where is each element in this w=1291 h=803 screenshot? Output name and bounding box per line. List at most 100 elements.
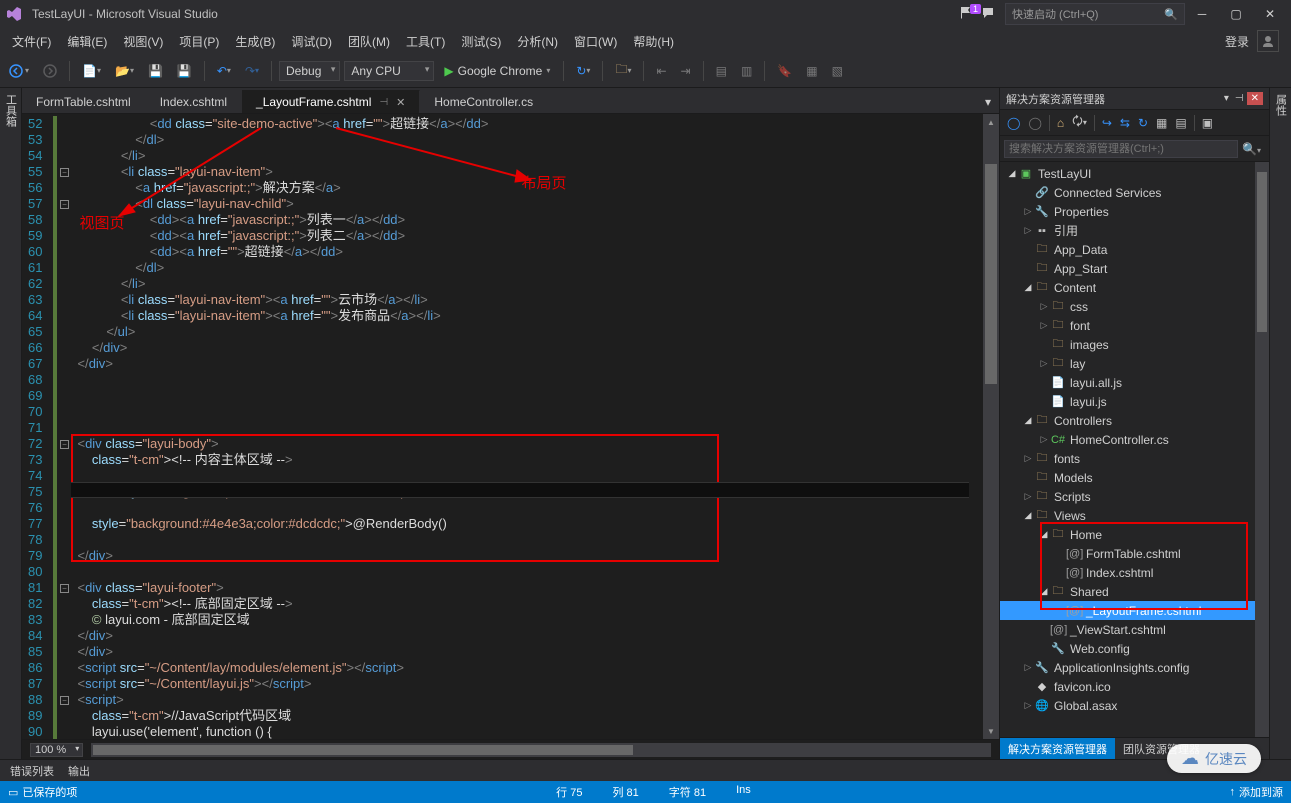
tree-item-views[interactable]: ◢🗀Views: [1000, 506, 1269, 525]
code-editor[interactable]: 5253545556575859606162636465666768697071…: [22, 114, 999, 739]
start-button[interactable]: ▶Google Chrome▾: [438, 62, 556, 80]
pin-icon[interactable]: ⊣: [379, 97, 388, 108]
flag-icon[interactable]: 1: [959, 6, 973, 23]
tree-item-home[interactable]: ◢🗀Home: [1000, 525, 1269, 544]
refresh-button[interactable]: ↻▾: [571, 61, 595, 81]
home-icon[interactable]: ⌂: [1054, 113, 1067, 133]
tab-output[interactable]: 输出: [62, 761, 96, 781]
tree-item-shared[interactable]: ◢🗀Shared: [1000, 582, 1269, 601]
save-all-button[interactable]: 💾: [172, 61, 197, 81]
tree-item-lay[interactable]: ▷🗀lay: [1000, 354, 1269, 373]
open-file-button[interactable]: 📂▾: [110, 61, 139, 81]
maximize-button[interactable]: ▢: [1219, 1, 1253, 27]
tree-item-appstart[interactable]: 🗀App_Start: [1000, 259, 1269, 278]
tree-item-font[interactable]: ▷🗀font: [1000, 316, 1269, 335]
tab-homecontroller[interactable]: HomeController.cs: [420, 91, 548, 113]
collapse-icon[interactable]: ⇆: [1117, 113, 1133, 133]
props-icon[interactable]: ▤: [1172, 113, 1189, 133]
menu-test[interactable]: 测试(S): [453, 30, 509, 53]
zoom-combo[interactable]: 100 %: [30, 743, 83, 757]
tree-item-hctl[interactable]: ▷C#HomeController.cs: [1000, 430, 1269, 449]
menu-view[interactable]: 视图(V): [115, 30, 171, 53]
tree-item-idx[interactable]: [@]Index.cshtml: [1000, 563, 1269, 582]
quick-launch-input[interactable]: 快速启动 (Ctrl+Q) 🔍: [1005, 3, 1185, 25]
misc1-button[interactable]: ▦: [801, 61, 822, 81]
solution-tree[interactable]: ◢▣TestLayUI🔗Connected Services▷🔧Properti…: [1000, 162, 1269, 737]
horizontal-scrollbar[interactable]: [91, 743, 991, 757]
minimize-button[interactable]: ─: [1185, 1, 1219, 27]
refresh-icon[interactable]: ↻: [1135, 113, 1151, 133]
tree-item-appdata[interactable]: 🗀App_Data: [1000, 240, 1269, 259]
menu-build[interactable]: 生成(B): [227, 30, 283, 53]
menu-edit[interactable]: 编辑(E): [59, 30, 115, 53]
menu-team[interactable]: 团队(M): [340, 30, 398, 53]
panel-pin-icon[interactable]: ⊣: [1232, 93, 1247, 104]
feedback-icon[interactable]: [981, 6, 995, 23]
bookmark-button[interactable]: 🔖: [772, 61, 797, 81]
solution-search-input[interactable]: [1004, 140, 1238, 158]
panel-close-icon[interactable]: ✕: [1247, 92, 1263, 105]
tree-item-images[interactable]: 🗀images: [1000, 335, 1269, 354]
tab-index[interactable]: Index.cshtml: [146, 91, 242, 113]
search-go-icon[interactable]: 🔍▾: [1238, 142, 1265, 156]
undo-button[interactable]: ↶▾: [212, 61, 236, 81]
sync-icon[interactable]: 🗘▾: [1069, 109, 1090, 136]
tree-item-vs[interactable]: [@]_ViewStart.cshtml: [1000, 620, 1269, 639]
toolbox-tab[interactable]: 工具箱: [0, 88, 22, 759]
menu-tools[interactable]: 工具(T): [398, 30, 453, 53]
tree-item-ga[interactable]: ▷🌐Global.asax: [1000, 696, 1269, 715]
fwd-icon[interactable]: ◯: [1025, 113, 1044, 133]
panel-tab-solution[interactable]: 解决方案资源管理器: [1000, 738, 1115, 759]
back-icon[interactable]: ◯: [1004, 113, 1023, 133]
tree-item-layuijs[interactable]: 📄layui.js: [1000, 392, 1269, 411]
login-link[interactable]: 登录: [1225, 33, 1249, 50]
indent-out-button[interactable]: ⇤: [651, 61, 671, 81]
platform-combo[interactable]: Any CPU: [344, 61, 434, 81]
tree-item-fav[interactable]: ◆favicon.ico: [1000, 677, 1269, 696]
close-button[interactable]: ✕: [1253, 1, 1287, 27]
tree-item-ft[interactable]: [@]FormTable.cshtml: [1000, 544, 1269, 563]
misc2-button[interactable]: ▧: [827, 61, 848, 81]
close-tab-icon[interactable]: ✕: [396, 96, 405, 109]
menu-help[interactable]: 帮助(H): [625, 30, 682, 53]
tree-item-proj[interactable]: ◢▣TestLayUI: [1000, 164, 1269, 183]
menu-window[interactable]: 窗口(W): [566, 30, 625, 53]
tab-error-list[interactable]: 错误列表: [4, 761, 60, 781]
redo-button[interactable]: ↷▾: [240, 61, 264, 81]
config-combo[interactable]: Debug: [279, 61, 340, 81]
status-publish[interactable]: ↑添加到源: [1230, 784, 1284, 800]
preview-icon[interactable]: ▣: [1199, 113, 1216, 133]
tab-dropdown-icon[interactable]: ▾: [977, 91, 999, 113]
tree-item-scripts[interactable]: ▷🗀Scripts: [1000, 487, 1269, 506]
nav-back-button[interactable]: ▾: [4, 61, 34, 81]
menu-debug[interactable]: 调试(D): [283, 30, 340, 53]
tree-scrollbar[interactable]: [1255, 162, 1269, 737]
avatar-icon[interactable]: [1257, 30, 1279, 52]
uncomment-button[interactable]: ▥: [736, 61, 757, 81]
tree-item-refs[interactable]: ▷▪▪引用: [1000, 221, 1269, 240]
tree-item-ctrl[interactable]: ◢🗀Controllers: [1000, 411, 1269, 430]
tree-item-props[interactable]: ▷🔧Properties: [1000, 202, 1269, 221]
tree-item-content[interactable]: ◢🗀Content: [1000, 278, 1269, 297]
new-project-button[interactable]: 📄▾: [77, 61, 106, 81]
nav-fwd-button[interactable]: [38, 61, 62, 81]
tree-item-css[interactable]: ▷🗀css: [1000, 297, 1269, 316]
scope-icon[interactable]: ↪: [1099, 113, 1115, 133]
tree-item-wc[interactable]: 🔧Web.config: [1000, 639, 1269, 658]
menu-analyze[interactable]: 分析(N): [509, 30, 566, 53]
tree-item-conn[interactable]: 🔗Connected Services: [1000, 183, 1269, 202]
menu-file[interactable]: 文件(F): [4, 30, 59, 53]
save-button[interactable]: 💾: [143, 61, 168, 81]
indent-in-button[interactable]: ⇥: [676, 61, 696, 81]
tab-formtable[interactable]: FormTable.cshtml: [22, 91, 146, 113]
tree-item-fonts[interactable]: ▷🗀fonts: [1000, 449, 1269, 468]
showall-icon[interactable]: ▦: [1153, 113, 1170, 133]
editor-scrollbar[interactable]: ▲ ▼: [983, 114, 999, 739]
properties-tab[interactable]: 属性: [1269, 88, 1291, 759]
browse-button[interactable]: 🗀▾: [610, 57, 636, 84]
comment-button[interactable]: ▤: [711, 61, 732, 81]
tree-item-layuiall[interactable]: 📄layui.all.js: [1000, 373, 1269, 392]
tab-layoutframe[interactable]: _LayoutFrame.cshtml⊣✕: [242, 90, 420, 113]
tree-item-lf[interactable]: [@]_LayoutFrame.cshtml: [1000, 601, 1269, 620]
tree-item-ai[interactable]: ▷🔧ApplicationInsights.config: [1000, 658, 1269, 677]
